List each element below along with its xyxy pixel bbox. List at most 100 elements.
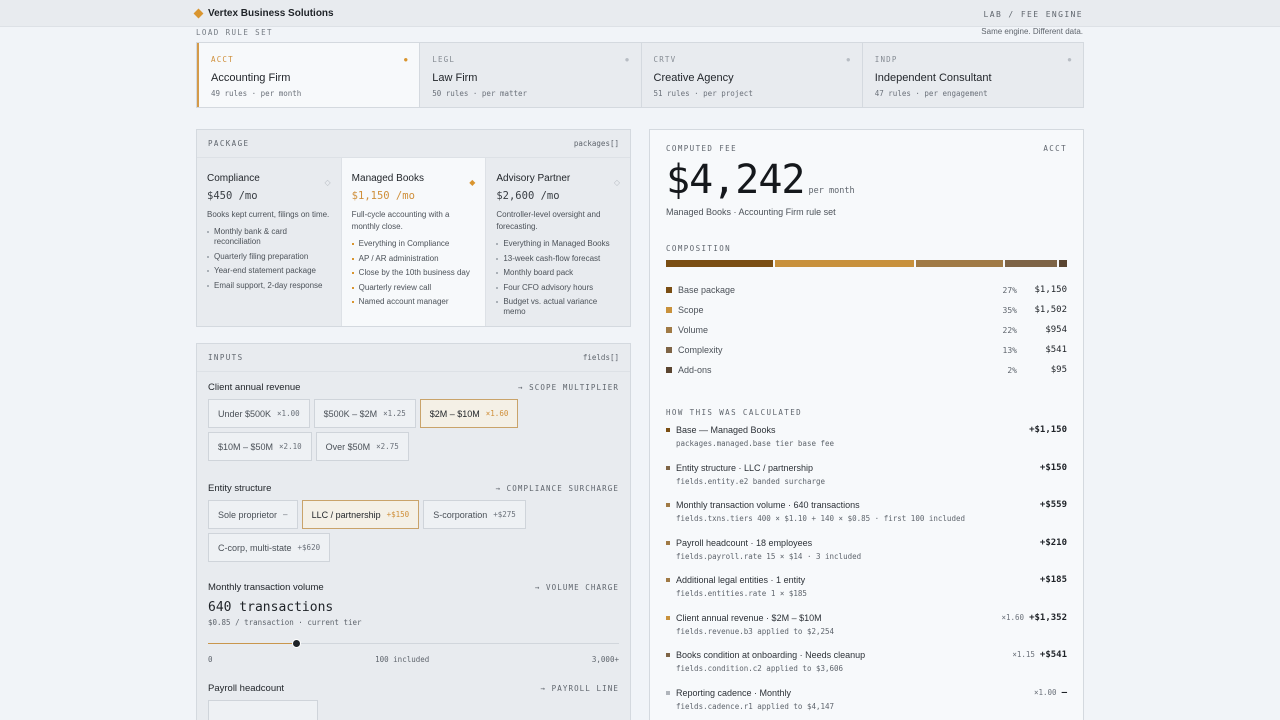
- composition-percent: 2%: [1007, 365, 1017, 375]
- step-result: +$1,150: [1024, 425, 1067, 435]
- calc-step: Books condition at onboarding · Needs cl…: [666, 650, 1067, 688]
- feature-item: Monthly board pack: [496, 268, 620, 278]
- step-code: fields.condition.c2 applied to $3,606: [676, 664, 844, 673]
- unselected-dot-icon: ●: [624, 55, 630, 64]
- slider-tick-max: 3,000+: [591, 655, 619, 664]
- payroll-hint: → PAYROLL LINE: [540, 684, 619, 693]
- revenue-options: Under $500K ×1.00 $500K – $2M ×1.25 $2M – $1…: [208, 399, 619, 461]
- package-name: Advisory Partner: [496, 173, 571, 184]
- breadcrumb: LAB / FEE ENGINE: [983, 10, 1083, 19]
- feature-item: Four CFO advisory hours: [496, 283, 620, 293]
- calc-step: Client annual revenue · $2M – $10M fields…: [666, 613, 1067, 651]
- volume-slider[interactable]: [208, 639, 619, 649]
- package-price: $450 /mo: [207, 190, 258, 202]
- brand-logo-icon: [193, 8, 204, 19]
- computed-fee-code: ACCT: [1043, 144, 1067, 153]
- composition-list: Base package 27% $1,150 Scope 35% $1,502 Volum…: [666, 280, 1067, 380]
- option-modifier: +$150: [386, 510, 410, 519]
- slider-fill: [208, 643, 296, 644]
- rule-set-code: ACCT: [211, 55, 234, 64]
- revenue-option[interactable]: $10M – $50M ×2.10: [208, 432, 312, 461]
- step-code: fields.revenue.b3 applied to $2,254: [676, 626, 835, 636]
- rule-set-meta: 49 rules · per month: [211, 89, 302, 98]
- composition-label: COMPOSITION: [666, 244, 732, 253]
- composition-row: Volume 22% $954: [666, 320, 1067, 340]
- package-option[interactable]: Compliance ◇ $450 /mo Books kept current, f…: [197, 158, 342, 326]
- fee-subtitle: Managed Books · Accounting Firm rule set: [666, 207, 836, 217]
- option-label: S-corporation: [433, 509, 488, 520]
- composition-name: Scope: [678, 305, 704, 315]
- revenue-option[interactable]: $2M – $10M ×1.60: [419, 399, 519, 428]
- step-name: Books condition at onboarding · Needs cl…: [676, 650, 866, 660]
- swatch-icon: [666, 347, 672, 353]
- entity-option[interactable]: Sole proprietor —: [208, 500, 298, 529]
- swatch-icon: [666, 307, 672, 313]
- composition-percent: 22%: [1002, 325, 1017, 335]
- swatch-icon: [666, 327, 672, 333]
- package-option[interactable]: Advisory Partner ◇ $2,600 /mo Controller-le…: [486, 158, 630, 326]
- package-option[interactable]: Managed Books ◆ $1,150 /mo Full-cycle accou…: [341, 158, 487, 326]
- volume-rate: $0.85 / transaction · current tier: [208, 618, 362, 627]
- rule-set-law[interactable]: LEGL ● Law Firm 50 rules · per matter: [420, 43, 642, 107]
- entity-label: Entity structure: [208, 483, 272, 494]
- step-code: fields.entities.rate 1 × $185: [676, 589, 807, 598]
- package-options: Compliance ◇ $450 /mo Books kept current, f…: [197, 158, 630, 326]
- entity-options: Sole proprietor — LLC / partnership +$150 S-…: [208, 500, 619, 562]
- entity-option[interactable]: S-corporation +$275: [423, 500, 526, 529]
- option-label: Sole proprietor: [218, 509, 278, 520]
- calc-steps: Base — Managed Books packages.managed.bas…: [666, 425, 1067, 720]
- rule-set-meta: 47 rules · per engagement: [874, 89, 988, 98]
- volume-value: 640 transactions: [208, 600, 334, 615]
- step-marker-icon: [666, 503, 670, 507]
- brand[interactable]: Vertex Business Solutions: [193, 8, 334, 19]
- entity-option[interactable]: C-corp, multi-state +$620: [208, 533, 331, 562]
- option-label: $2M – $10M: [429, 408, 480, 419]
- rule-set-code: CRTV: [653, 55, 677, 64]
- composition-value: $1,150: [1034, 285, 1067, 295]
- feature-item: Close by the 10th business day: [351, 268, 476, 278]
- step-multiplier: ×1.00: [1034, 687, 1057, 697]
- composition-name: Complexity: [678, 345, 723, 355]
- slider-ticks: 0 100 included 3,000+: [208, 655, 619, 664]
- top-bar: [0, 0, 1280, 27]
- entity-option[interactable]: LLC / partnership +$150: [301, 500, 420, 529]
- rule-set-name: Accounting Firm: [211, 72, 291, 84]
- feature-item: Named account manager: [351, 297, 476, 307]
- composition-name: Volume: [678, 325, 709, 335]
- brand-name: Vertex Business Solutions: [208, 8, 334, 19]
- revenue-option[interactable]: Over $50M ×2.75: [315, 432, 409, 461]
- composition-value: $954: [1045, 325, 1067, 335]
- rule-set-independent[interactable]: INDP ● Independent Consultant 47 rules ·…: [863, 43, 1083, 107]
- revenue-option[interactable]: Under $500K ×1.00: [208, 399, 310, 428]
- composition-segment: [775, 260, 915, 267]
- fee-unit: per month: [808, 186, 855, 196]
- slider-thumb[interactable]: [291, 639, 301, 648]
- step-value: +$185: [1039, 575, 1067, 585]
- option-label: $10M – $50M: [218, 441, 274, 452]
- rule-set-code: INDP: [874, 55, 898, 64]
- load-rule-set-label: LOAD RULE SET: [196, 28, 273, 37]
- payroll-field: Payroll headcount → PAYROLL LINE: [197, 683, 630, 720]
- package-header: PACKAGE packages[]: [197, 130, 630, 158]
- step-name: Base — Managed Books: [676, 425, 776, 435]
- option-modifier: +$620: [297, 543, 321, 552]
- step-result: +$185: [1035, 575, 1067, 585]
- rule-set-creative[interactable]: CRTV ● Creative Agency 51 rules · per pr…: [642, 43, 863, 107]
- calc-step: Monthly transaction volume · 640 transac…: [666, 500, 1067, 538]
- step-multiplier: ×1.60: [1001, 612, 1025, 622]
- feature-item: Monthly bank & card reconciliation: [207, 227, 331, 247]
- step-marker-icon: [666, 578, 670, 582]
- rule-set-accounting[interactable]: ACCT ● Accounting Firm 49 rules · per mo…: [197, 43, 421, 107]
- step-name: Payroll headcount · 18 employees: [676, 537, 813, 548]
- calc-step: Base — Managed Books packages.managed.bas…: [666, 425, 1067, 463]
- inputs-title: INPUTS: [208, 353, 244, 362]
- revenue-option[interactable]: $500K – $2M ×1.25: [313, 399, 416, 428]
- package-description: Controller-level oversight and forecasti…: [496, 210, 601, 231]
- feature-item: Everything in Managed Books: [496, 239, 620, 249]
- feature-item: Email support, 2-day response: [207, 281, 331, 291]
- step-marker-icon: [666, 653, 670, 657]
- revenue-label: Client annual revenue: [208, 382, 301, 393]
- payroll-input[interactable]: [208, 700, 318, 720]
- step-code: fields.payroll.rate 15 × $14 · 3 include…: [676, 551, 862, 561]
- composition-percent: 35%: [1002, 305, 1017, 315]
